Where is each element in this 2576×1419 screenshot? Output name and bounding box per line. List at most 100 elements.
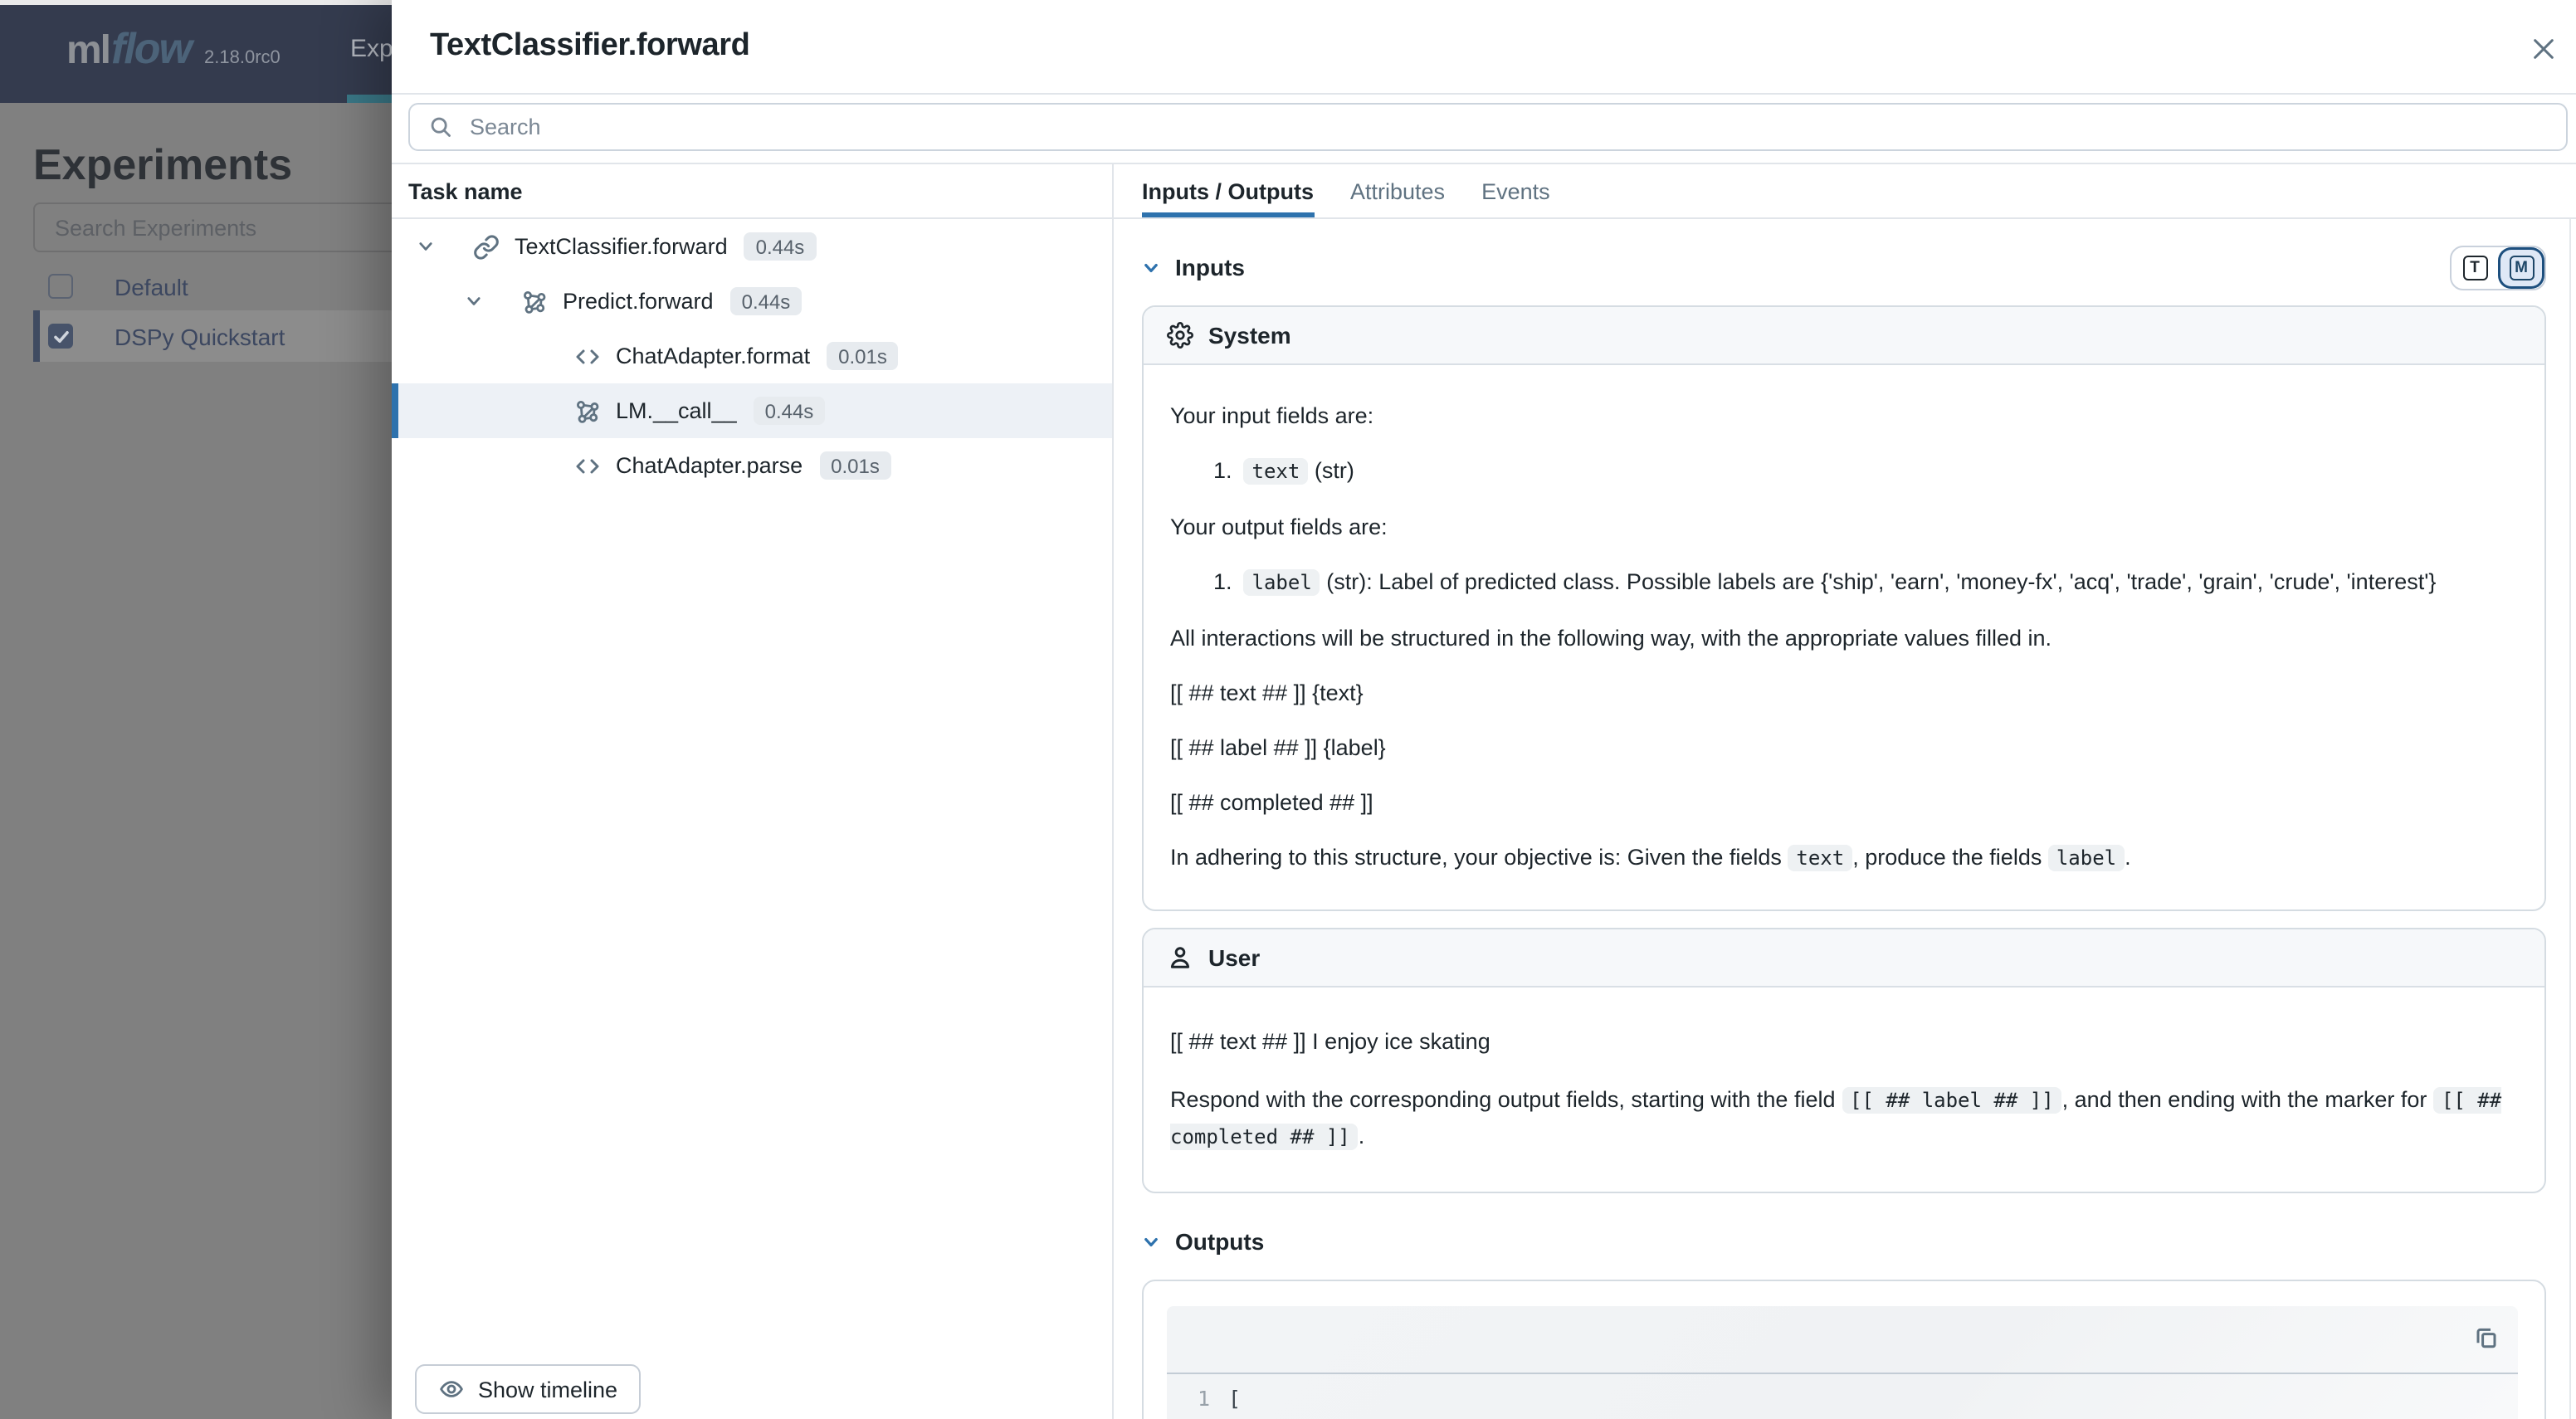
code-icon (574, 452, 601, 479)
copy-icon (2472, 1324, 2499, 1351)
list-item: 1. label (str): Label of predicted class… (1170, 568, 2518, 597)
link-icon (473, 233, 500, 260)
outputs-section-header: Outputs (1142, 1220, 2546, 1263)
nav-item-experiments[interactable]: Exp (350, 35, 393, 63)
system-card-header: System (1144, 307, 2544, 365)
code-line: 1 [ (1167, 1384, 2517, 1414)
inline-code: text (1244, 458, 1309, 485)
eye-icon (438, 1376, 465, 1402)
show-timeline-button[interactable]: Show timeline (415, 1364, 641, 1414)
check-icon (52, 328, 69, 344)
task-name: ChatAdapter.format (616, 344, 810, 368)
user-message-card: User [[ ## text ## ]] I enjoy ice skatin… (1142, 928, 2546, 1193)
paragraph: [[ ## text ## ]] I enjoy ice skating (1170, 1024, 2518, 1059)
task-tree-panel: Task name TextClassifier.forward 0.44s P… (392, 164, 1114, 1419)
chevron-down-icon (417, 237, 435, 256)
task-name: ChatAdapter.parse (616, 453, 803, 478)
chevron-down-icon (1142, 258, 1160, 276)
outputs-section-title: Outputs (1175, 1228, 1264, 1255)
gear-icon (1167, 322, 1193, 349)
experiments-search-input[interactable]: Search Experiments (33, 202, 398, 252)
paragraph: Your input fields are: (1170, 402, 2518, 430)
tab-events[interactable]: Events (1481, 164, 1550, 217)
paragraph: In adhering to this structure, your obje… (1170, 843, 2518, 873)
paragraph: Your output fields are: (1170, 513, 2518, 541)
paragraph: Respond with the corresponding output fi… (1170, 1082, 2518, 1155)
tree-row-lm-call[interactable]: LM.__call__ 0.44s (392, 383, 1112, 438)
modal-search-box[interactable] (408, 103, 2568, 151)
user-card-body: [[ ## text ## ]] I enjoy ice skating Res… (1144, 987, 2544, 1192)
duration-badge: 0.44s (754, 397, 826, 425)
code-icon (574, 343, 601, 369)
tab-inputs-outputs[interactable]: Inputs / Outputs (1142, 164, 1314, 217)
experiment-row-dspy-quickstart[interactable]: DSPy Quickstart (33, 310, 398, 362)
text-view-button[interactable]: T (2452, 246, 2498, 288)
markdown-view-button[interactable]: M (2498, 246, 2544, 288)
experiment-label[interactable]: DSPy Quickstart (115, 323, 285, 349)
code-line: 2 "[[ ## label ## ]]\nNone\n\n[[ ## comp… (1167, 1414, 2517, 1419)
chevron-down-icon (465, 292, 483, 310)
text-view-icon: T (2462, 255, 2487, 280)
checkbox-checked[interactable] (48, 324, 73, 349)
paragraph: All interactions will be structured in t… (1170, 624, 2518, 652)
checkbox-unchecked[interactable] (48, 274, 73, 299)
inline-code: text (1788, 845, 1852, 871)
detail-panel: Inputs / Outputs Attributes Events Input… (1114, 164, 2576, 1419)
outputs-section-title-row[interactable]: Outputs (1142, 1228, 1264, 1255)
inputs-section-title-row[interactable]: Inputs (1142, 254, 1245, 280)
task-name: TextClassifier.forward (515, 234, 728, 259)
duration-badge: 0.44s (744, 232, 817, 261)
modal-title: TextClassifier.forward (430, 28, 749, 65)
modal-body: Task name TextClassifier.forward 0.44s P… (392, 164, 2576, 1419)
inline-code: label (1244, 569, 1320, 596)
user-card-header: User (1144, 929, 2544, 987)
tree-row-textclassifier-forward[interactable]: TextClassifier.forward 0.44s (392, 219, 1112, 274)
experiment-label[interactable]: Default (115, 273, 188, 300)
tab-content: Inputs T M System (1114, 219, 2576, 1419)
page-title: Experiments (33, 139, 292, 191)
system-card-title: System (1208, 322, 1291, 349)
user-card-title: User (1208, 944, 1260, 971)
outputs-card: 1 [ 2 "[[ ## label ## ]]\nNone\n\n[[ ## … (1142, 1280, 2546, 1419)
tree-row-chatadapter-parse[interactable]: ChatAdapter.parse 0.01s (392, 438, 1112, 493)
graph-icon (521, 288, 548, 315)
mlflow-logo: mlflow 2.18.0rc0 (66, 23, 281, 75)
tree-row-chatadapter-format[interactable]: ChatAdapter.format 0.01s (392, 329, 1112, 383)
list-item: 1. text (str) (1170, 456, 2518, 486)
logo-ml-text: ml (66, 28, 110, 75)
code-block-toolbar (1167, 1306, 2517, 1374)
nav-active-underline (347, 95, 392, 103)
experiment-row-default[interactable]: Default (33, 261, 398, 312)
tree-column-header: Task name (392, 164, 1112, 219)
screen: mlflow 2.18.0rc0 Exp Experiments Search … (0, 0, 2576, 1419)
search-icon (428, 115, 453, 139)
duration-badge: 0.01s (827, 342, 899, 370)
inline-code: label (2048, 845, 2125, 871)
copy-button[interactable] (2472, 1324, 2499, 1351)
logo-flow-text: flow (111, 23, 191, 75)
paragraph: [[ ## completed ## ]] (1170, 788, 2518, 817)
chevron-down-icon (1142, 1232, 1160, 1251)
trace-modal: TextClassifier.forward Task name TextCla… (392, 0, 2576, 1419)
close-button[interactable] (2525, 30, 2561, 66)
modal-search-row (392, 95, 2576, 164)
render-mode-toggle: T M (2450, 245, 2546, 290)
tree-row-predict-forward[interactable]: Predict.forward 0.44s (392, 274, 1112, 329)
inputs-section-header: Inputs T M (1142, 246, 2546, 289)
paragraph: [[ ## label ## ]] {label} (1170, 734, 2518, 762)
version-label: 2.18.0rc0 (204, 48, 281, 68)
markdown-view-icon: M (2509, 255, 2534, 280)
tab-attributes[interactable]: Attributes (1350, 164, 1445, 217)
tab-bar: Inputs / Outputs Attributes Events (1114, 164, 2576, 219)
show-timeline-label: Show timeline (478, 1377, 617, 1402)
close-icon (2530, 36, 2555, 61)
duration-badge: 0.44s (730, 287, 803, 315)
outputs-card-body: 1 [ 2 "[[ ## label ## ]]\nNone\n\n[[ ## … (1144, 1281, 2544, 1419)
system-message-card: System Your input fields are: 1. text (s… (1142, 305, 2546, 911)
modal-header: TextClassifier.forward (392, 0, 2576, 95)
system-card-body: Your input fields are: 1. text (str) You… (1144, 365, 2544, 909)
paragraph: [[ ## text ## ]] {text} (1170, 679, 2518, 707)
task-name: Predict.forward (563, 289, 714, 314)
modal-search-input[interactable] (466, 113, 2566, 141)
task-name: LM.__call__ (616, 398, 737, 423)
